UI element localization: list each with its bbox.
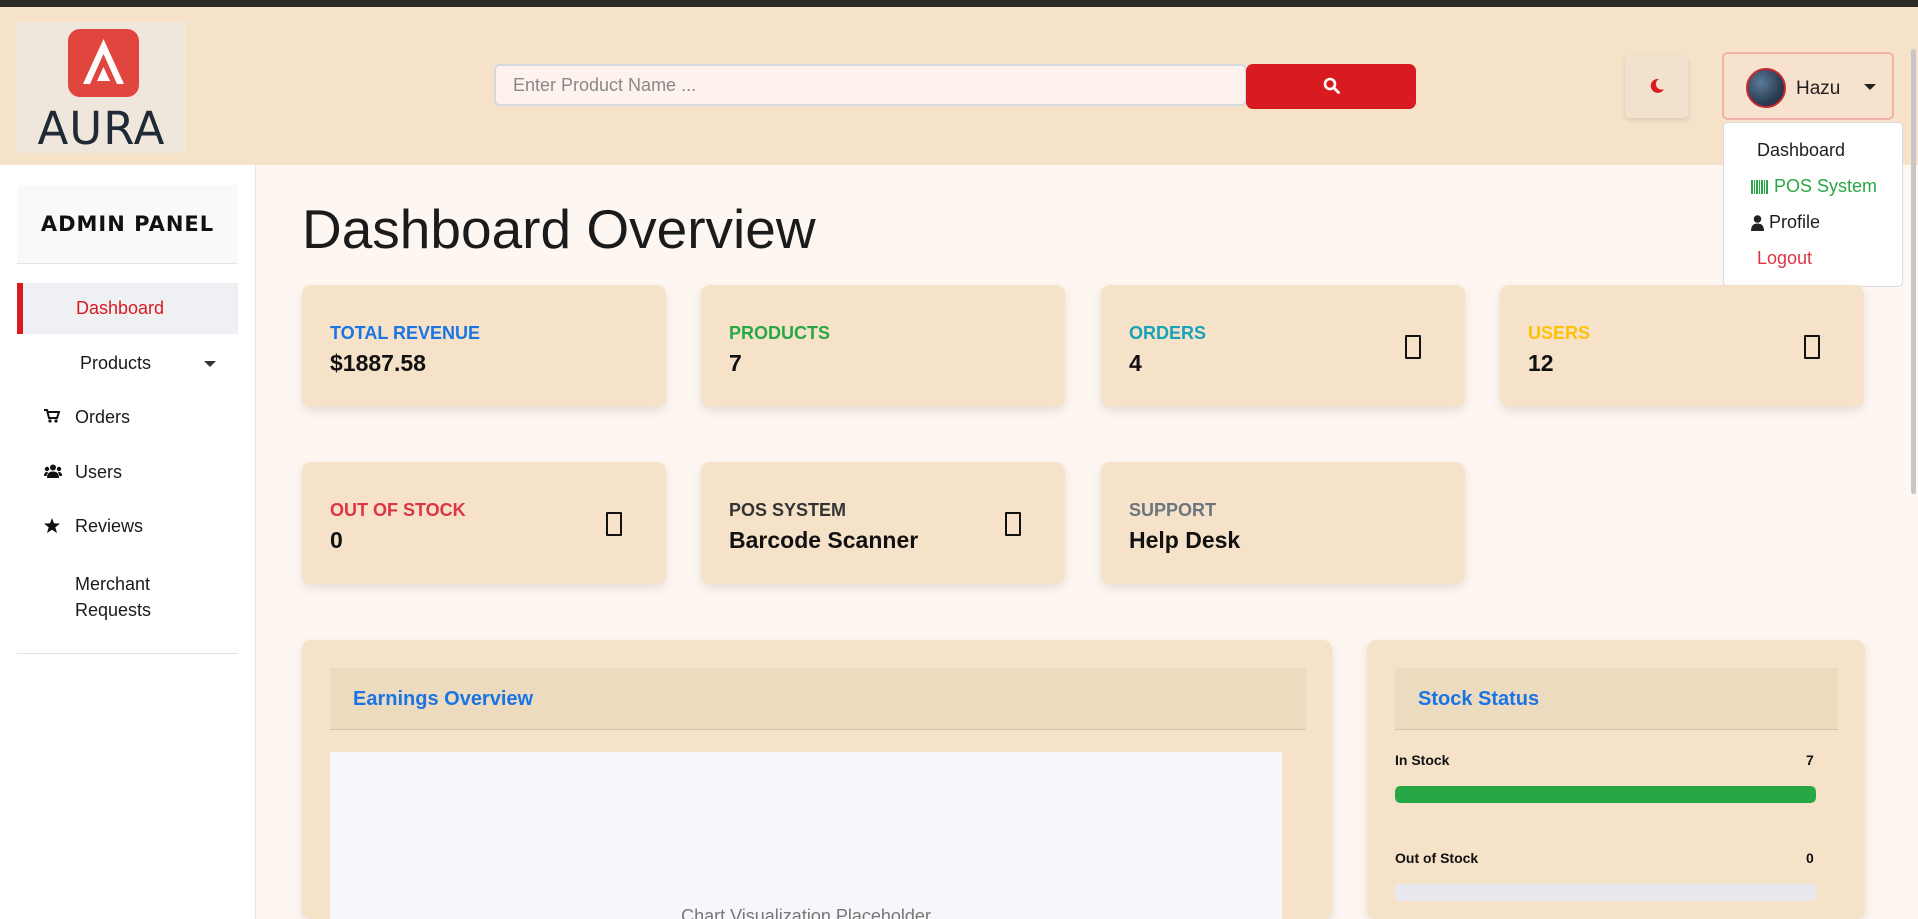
card-value: 4: [1129, 350, 1142, 376]
card-label: SUPPORT: [1129, 500, 1217, 520]
logo-text: AURA: [37, 102, 166, 155]
search-button[interactable]: [1246, 64, 1416, 109]
page-scrollbar[interactable]: [1911, 49, 1916, 494]
user-menu-button[interactable]: Hazu: [1722, 52, 1894, 120]
earnings-panel-title: Earnings Overview: [353, 688, 534, 710]
chevron-down-icon: [1864, 84, 1876, 90]
chart-placeholder-text: Chart Visualization Placeholder: [681, 906, 931, 919]
user-name: Hazu: [1796, 78, 1841, 99]
stat-card-support[interactable]: SUPPORT Help Desk: [1101, 462, 1465, 584]
card-value: 12: [1528, 350, 1554, 376]
sidebar-item-label: Products: [80, 353, 152, 373]
dropdown-item-pos-system[interactable]: POS System: [1751, 176, 1877, 197]
earnings-chart-area: Chart Visualization Placeholder: [330, 752, 1282, 919]
card-label: PRODUCTS: [729, 323, 831, 343]
card-label: POS SYSTEM: [729, 500, 847, 520]
stock-row-value: 7: [1806, 752, 1814, 768]
dropdown-item-profile[interactable]: Profile: [1751, 212, 1820, 233]
sidebar-item-label: Dashboard: [76, 298, 165, 318]
search-input[interactable]: [494, 64, 1247, 106]
card-label: TOTAL REVENUE: [330, 323, 481, 343]
dropdown-item-dashboard[interactable]: Dashboard: [1757, 140, 1845, 161]
avatar: [1746, 68, 1786, 108]
stat-card-users: USERS 12: [1500, 285, 1864, 407]
stock-status-title: Stock Status: [1418, 688, 1540, 710]
sidebar-item-products[interactable]: Products: [17, 338, 238, 389]
users-icon: [44, 464, 62, 478]
user-icon: [1751, 214, 1764, 231]
sidebar-item-label: Users: [75, 462, 123, 482]
in-stock-progress-fill: [1395, 786, 1816, 803]
card-value: Barcode Scanner: [729, 527, 919, 553]
search-icon: [1323, 77, 1340, 94]
card-value: Help Desk: [1129, 527, 1241, 553]
card-value: 0: [330, 527, 343, 553]
sidebar-item-merchant-requests[interactable]: Merchant Requests: [17, 556, 238, 620]
dropdown-item-logout[interactable]: Logout: [1757, 248, 1812, 269]
top-border: [0, 0, 1918, 7]
missing-glyph-icon: [1005, 512, 1021, 536]
theme-toggle-button[interactable]: [1625, 56, 1688, 118]
stat-card-total-revenue: TOTAL REVENUE $1887.58: [302, 285, 666, 407]
moon-icon: [1650, 78, 1664, 93]
sidebar-item-label: Merchant Requests: [75, 574, 152, 620]
star-icon: [44, 518, 60, 533]
earnings-panel-header: Earnings Overview: [330, 668, 1306, 730]
sidebar-item-dashboard[interactable]: Dashboard: [17, 283, 238, 334]
card-value: 7: [729, 350, 742, 376]
cart-icon: [44, 409, 60, 423]
out-of-stock-progress-bar: [1395, 884, 1816, 901]
sidebar-item-users[interactable]: Users: [17, 447, 238, 498]
sidebar-item-orders[interactable]: Orders: [17, 392, 238, 443]
sidebar-divider: [17, 653, 238, 654]
sidebar-item-reviews[interactable]: Reviews: [17, 501, 238, 552]
sidebar-brand: ADMIN PANEL: [17, 185, 238, 264]
card-label: USERS: [1528, 323, 1591, 343]
barcode-icon: [1751, 179, 1768, 194]
missing-glyph-icon: [606, 512, 622, 536]
dropdown-label: Profile: [1769, 212, 1821, 232]
stock-row-label: Out of Stock: [1395, 850, 1479, 866]
stat-card-pos-system[interactable]: POS SYSTEM Barcode Scanner: [701, 462, 1065, 584]
logo-mark-icon: [68, 29, 139, 97]
stock-status-header: Stock Status: [1395, 668, 1838, 730]
logo[interactable]: AURA: [17, 22, 186, 155]
sidebar-item-label: Reviews: [75, 516, 144, 536]
stat-card-products: PRODUCTS 7: [701, 285, 1065, 407]
stock-status-panel: Stock Status: [1367, 640, 1865, 919]
stock-row-value: 0: [1806, 850, 1814, 866]
card-label: ORDERS: [1129, 323, 1207, 343]
stat-card-out-of-stock: OUT OF STOCK 0: [302, 462, 666, 584]
card-label: OUT OF STOCK: [330, 500, 466, 520]
user-dropdown: Dashboard POS System Profile Logout: [1723, 122, 1903, 287]
sidebar: ADMIN PANEL Dashboard Products Orders Us…: [0, 165, 256, 919]
stat-card-orders: ORDERS 4: [1101, 285, 1465, 407]
card-value: $1887.58: [330, 350, 426, 376]
in-stock-progress-bar: [1395, 786, 1816, 803]
missing-glyph-icon: [1405, 335, 1421, 359]
sidebar-item-label: Orders: [75, 407, 131, 427]
missing-glyph-icon: [1804, 335, 1820, 359]
stock-row-label: In Stock: [1395, 752, 1450, 768]
dropdown-label: POS System: [1774, 176, 1878, 196]
header: AURA Hazu: [0, 7, 1918, 165]
page-title: Dashboard Overview: [302, 198, 816, 260]
chevron-down-icon: [204, 361, 216, 367]
